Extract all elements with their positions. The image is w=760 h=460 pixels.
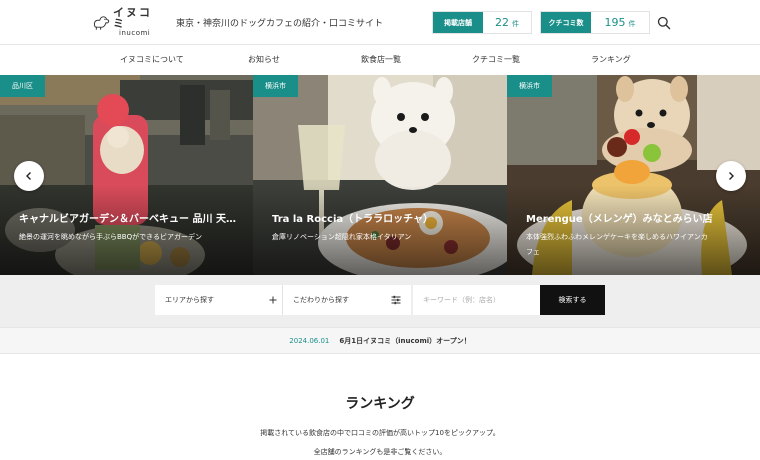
area-badge: 横浜市: [507, 75, 552, 97]
logo-text-jp: イヌコミ: [113, 6, 153, 30]
ranking-heading: ランキング: [345, 396, 415, 412]
slide-title: Tra la Roccia（トララロッチャ）: [272, 214, 434, 225]
nav-item-ranking[interactable]: ランキング: [591, 45, 631, 75]
featured-slider: 品川区 キャナルビアガーデン＆バーベキュー 品川 天… 絶景の運河を眺めながら手…: [0, 75, 760, 275]
search-submit-button[interactable]: 検索する: [540, 285, 605, 315]
slide-description: 本体強烈ふわふわメレンゲケーキを楽しめるハワイアンカ フェ: [526, 230, 708, 260]
feature-search-label: こだわりから探す: [293, 296, 349, 304]
filter-sliders-icon: [391, 295, 401, 305]
reviews-count: 195: [604, 16, 626, 29]
nav-item-reviews[interactable]: クチコミ一覧: [472, 45, 520, 75]
search-icon: [657, 16, 671, 30]
slider-next-button[interactable]: [716, 161, 746, 191]
nav-item-news[interactable]: お知らせ: [248, 45, 280, 75]
nav-item-about[interactable]: イヌコミについて: [120, 45, 184, 75]
keyword-search-input[interactable]: [423, 296, 540, 304]
slide-title: Merengue（メレンゲ）みなとみらい店: [526, 214, 713, 225]
plus-icon: [269, 296, 277, 304]
dog-logo-icon: [93, 16, 110, 30]
feature-search-select[interactable]: こだわりから探す: [283, 285, 411, 315]
area-badge: 品川区: [0, 75, 45, 97]
slide-description-line: フェ: [526, 248, 540, 256]
area-search-select[interactable]: エリアから探す: [155, 285, 283, 315]
listed-shops-counter[interactable]: 掲載店舗 22 件: [432, 11, 532, 34]
reviews-label: クチコミ数: [541, 12, 591, 33]
reviews-unit: 件: [628, 19, 636, 28]
slide-card[interactable]: 横浜市 Tra la Roccia（トララロッチャ） 倉庫リノベーション超隠れ家…: [253, 75, 507, 275]
keyword-search-field[interactable]: [413, 285, 540, 315]
search-button[interactable]: [657, 15, 671, 30]
listed-shops-count: 22: [495, 16, 509, 29]
ranking-description: 全店舗のランキングも是非ご覧ください。: [313, 448, 447, 456]
site-header: イヌコミ inucomi 東京・神奈川のドッグカフェの紹介・口コミサイト 掲載店…: [0, 0, 760, 45]
reviews-counter[interactable]: クチコミ数 195 件: [540, 11, 650, 34]
search-bar: エリアから探す こだわりから探す 検索する: [0, 275, 760, 327]
global-nav: イヌコミについて お知らせ 飲食店一覧 クチコミ一覧 ランキング: [0, 45, 760, 75]
site-tagline: 東京・神奈川のドッグカフェの紹介・口コミサイト: [176, 19, 384, 29]
area-badge: 横浜市: [253, 75, 298, 97]
slide-title: キャナルビアガーデン＆バーベキュー 品川 天…: [19, 214, 236, 225]
area-search-label: エリアから探す: [165, 296, 214, 304]
chevron-right-icon: [729, 172, 734, 180]
site-logo[interactable]: イヌコミ inucomi: [92, 6, 158, 37]
slide-description: 絶景の運河を眺めながら手ぶらBBQができるビアガーデン: [19, 233, 202, 241]
slide-description-line: 本体強烈ふわふわメレンゲケーキを楽しめるハワイアンカ: [526, 233, 708, 241]
news-ticker[interactable]: 2024.06.01 6月1日イヌコミ（inucomi）オープン！: [0, 327, 760, 354]
chevron-left-icon: [26, 172, 31, 180]
news-title[interactable]: 6月1日イヌコミ（inucomi）オープン！: [339, 336, 470, 346]
slider-prev-button[interactable]: [14, 161, 44, 191]
nav-item-shops[interactable]: 飲食店一覧: [361, 45, 401, 75]
ranking-description: 掲載されている飲食店の中で口コミの評価が高いトップ10をピックアップ。: [260, 429, 500, 437]
listed-shops-label: 掲載店舗: [433, 12, 483, 33]
slide-description: 倉庫リノベーション超隠れ家本格イタリアン: [272, 233, 412, 241]
listed-shops-unit: 件: [512, 19, 519, 28]
logo-text-en: inucomi: [119, 29, 151, 37]
news-date: 2024.06.01: [289, 336, 330, 345]
